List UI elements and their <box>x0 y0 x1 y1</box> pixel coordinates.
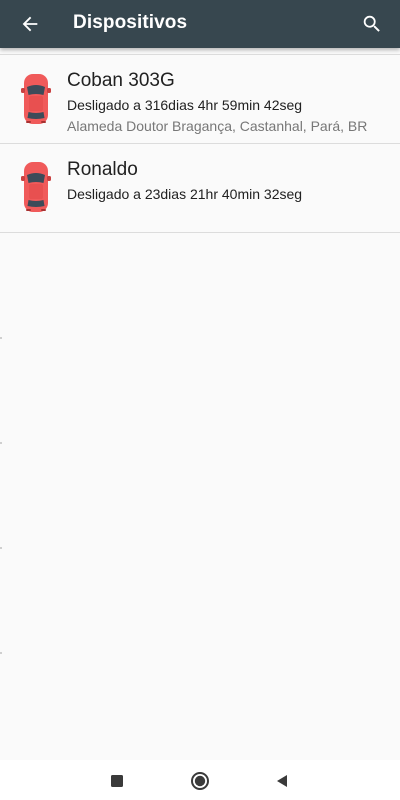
car-icon <box>21 162 51 212</box>
device-status: Desligado a 23dias 21hr 40min 32seg <box>67 186 303 202</box>
edge-mark <box>0 547 2 549</box>
list-divider <box>0 232 400 233</box>
page-title: Dispositivos <box>73 12 188 33</box>
search-button[interactable] <box>354 6 390 42</box>
car-icon <box>21 74 51 124</box>
arrow-back-icon <box>22 16 38 32</box>
device-status: Desligado a 316dias 4hr 59min 42seg <box>67 97 303 113</box>
recents-button[interactable] <box>104 768 130 794</box>
app-bar: Dispositivos <box>0 0 400 48</box>
edge-mark <box>0 652 2 654</box>
device-row-ronaldo[interactable]: Ronaldo Desligado a 23dias 21hr 40min 32… <box>0 144 400 232</box>
edge-mark <box>0 442 2 444</box>
nav-back-button[interactable] <box>269 768 295 794</box>
back-button[interactable] <box>12 6 48 42</box>
back-triangle-icon <box>277 775 287 787</box>
edge-mark <box>0 337 2 339</box>
device-name: Coban 303G <box>67 70 175 91</box>
recents-square-icon <box>111 775 123 787</box>
system-navigation-bar <box>0 760 400 800</box>
device-name: Ronaldo <box>67 159 138 180</box>
device-address: Alameda Doutor Bragança, Castanhal, Pará… <box>67 118 368 134</box>
device-list: Coban 303G Desligado a 316dias 4hr 59min… <box>0 54 400 233</box>
search-icon <box>363 15 380 32</box>
home-button[interactable] <box>187 768 213 794</box>
devices-screen: Dispositivos Coban 303G Desligado a 316d… <box>0 0 400 800</box>
device-row-coban[interactable]: Coban 303G Desligado a 316dias 4hr 59min… <box>0 55 400 143</box>
home-circle-icon <box>191 772 209 790</box>
